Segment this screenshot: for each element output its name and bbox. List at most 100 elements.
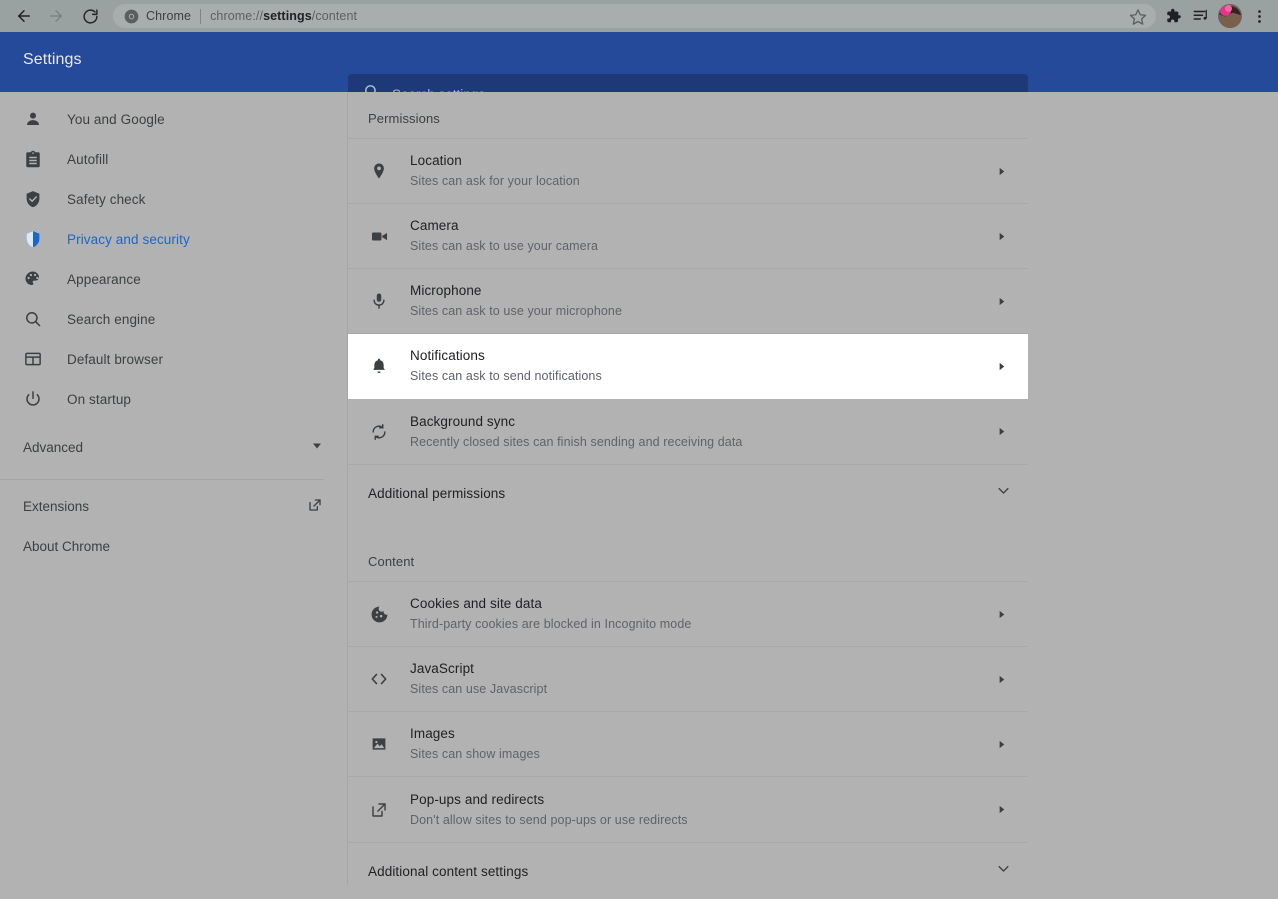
additional-permissions-expander[interactable]: Additional permissions	[348, 465, 1028, 521]
back-button[interactable]	[10, 2, 38, 30]
sidebar-item-search-engine[interactable]: Search engine	[0, 299, 347, 339]
sidebar-item-about-chrome[interactable]: About Chrome	[0, 526, 347, 566]
settings-row-javascript[interactable]: JavaScript Sites can use Javascript	[348, 647, 1028, 712]
additional-content-settings-expander[interactable]: Additional content settings	[348, 843, 1028, 899]
sidebar-footer-label: Extensions	[23, 499, 307, 514]
chrome-logo-icon	[124, 9, 139, 24]
omnibox-chip-label: Chrome	[146, 9, 191, 23]
microphone-icon	[368, 290, 390, 312]
sidebar-advanced-label: Advanced	[23, 440, 311, 455]
sidebar-item-autofill[interactable]: Autofill	[0, 139, 347, 179]
bookmark-star-icon[interactable]	[1129, 8, 1147, 26]
sidebar-item-appearance[interactable]: Appearance	[0, 259, 347, 299]
row-title: Camera	[410, 217, 991, 235]
settings-row-popups-and-redirects[interactable]: Pop-ups and redirects Don't allow sites …	[348, 777, 1028, 842]
open-in-new-icon	[368, 799, 390, 821]
chevron-right-icon	[991, 361, 1011, 372]
sidebar-item-label: Appearance	[67, 272, 141, 287]
settings-row-background-sync[interactable]: Background sync Recently closed sites ca…	[348, 399, 1028, 464]
sync-icon	[368, 421, 390, 443]
chevron-right-icon	[991, 166, 1011, 177]
permissions-card: Location Sites can ask for your location…	[348, 138, 1028, 465]
sidebar-item-on-startup[interactable]: On startup	[0, 379, 347, 419]
sidebar-item-safety-check[interactable]: Safety check	[0, 179, 347, 219]
sidebar-item-label: Default browser	[67, 352, 163, 367]
row-title: Notifications	[410, 347, 991, 365]
row-text: Cookies and site data Third-party cookie…	[410, 595, 991, 633]
shield-check-icon	[23, 189, 43, 209]
browser-window-icon	[23, 349, 43, 369]
row-text: Microphone Sites can ask to use your mic…	[410, 282, 991, 320]
settings-main-column: Permissions Location Sites can ask for y…	[348, 92, 1028, 885]
more-menu-icon[interactable]	[1246, 3, 1272, 29]
page-title: Settings	[23, 51, 82, 69]
row-text: Background sync Recently closed sites ca…	[410, 413, 991, 451]
settings-row-images[interactable]: Images Sites can show images	[348, 712, 1028, 777]
settings-row-cookies-and-site-data[interactable]: Cookies and site data Third-party cookie…	[348, 582, 1028, 647]
settings-body: You and Google Autofill Safety chec	[0, 92, 1278, 885]
address-bar[interactable]: Chrome chrome://settings/content	[113, 4, 1156, 28]
sidebar-item-you-and-google[interactable]: You and Google	[0, 99, 347, 139]
row-title: JavaScript	[410, 660, 991, 678]
omnibox-divider	[200, 9, 201, 24]
row-subtitle: Sites can use Javascript	[410, 680, 991, 698]
sidebar-item-extensions[interactable]: Extensions	[0, 486, 347, 526]
permissions-section-title: Permissions	[348, 92, 1028, 138]
power-icon	[23, 389, 43, 409]
chevron-right-icon	[991, 609, 1011, 620]
chevron-down-icon	[311, 440, 323, 455]
row-subtitle: Sites can ask for your location	[410, 172, 991, 190]
settings-row-camera[interactable]: Camera Sites can ask to use your camera	[348, 204, 1028, 269]
sidebar-item-label: You and Google	[67, 112, 165, 127]
row-text: JavaScript Sites can use Javascript	[410, 660, 991, 698]
settings-row-notifications[interactable]: Notifications Sites can ask to send noti…	[348, 334, 1028, 399]
row-text: Images Sites can show images	[410, 725, 991, 763]
shield-icon	[23, 229, 43, 249]
row-title: Pop-ups and redirects	[410, 791, 991, 809]
row-subtitle: Sites can ask to use your camera	[410, 237, 991, 255]
url-rest: /content	[312, 9, 357, 23]
row-text: Pop-ups and redirects Don't allow sites …	[410, 791, 991, 829]
row-subtitle: Sites can show images	[410, 745, 991, 763]
omnibox-url-text: chrome://settings/content	[210, 9, 357, 23]
sidebar-footer-label: About Chrome	[23, 539, 323, 554]
sidebar-item-default-browser[interactable]: Default browser	[0, 339, 347, 379]
media-control-icon[interactable]	[1188, 3, 1214, 29]
open-in-new-icon	[307, 497, 323, 516]
row-title: Location	[410, 152, 991, 170]
chevron-right-icon	[991, 739, 1011, 750]
arrow-back-icon	[15, 7, 33, 25]
expander-label: Additional content settings	[368, 864, 996, 879]
row-title: Microphone	[410, 282, 991, 300]
row-text: Camera Sites can ask to use your camera	[410, 217, 991, 255]
settings-row-microphone[interactable]: Microphone Sites can ask to use your mic…	[348, 269, 1028, 334]
chevron-down-icon	[996, 483, 1011, 503]
browser-toolbar: Chrome chrome://settings/content	[0, 0, 1278, 32]
forward-button[interactable]	[42, 2, 70, 30]
sidebar-item-label: Autofill	[67, 152, 108, 167]
toolbar-actions	[1160, 0, 1272, 32]
row-title: Background sync	[410, 413, 991, 431]
sidebar-item-label: Search engine	[67, 312, 155, 327]
sidebar-nav-list: You and Google Autofill Safety chec	[0, 92, 347, 419]
extensions-icon[interactable]	[1160, 3, 1186, 29]
content-card: Cookies and site data Third-party cookie…	[348, 581, 1028, 843]
sidebar-item-privacy-and-security[interactable]: Privacy and security	[0, 219, 347, 259]
chevron-right-icon	[991, 296, 1011, 307]
settings-row-location[interactable]: Location Sites can ask for your location	[348, 139, 1028, 204]
avatar[interactable]	[1218, 4, 1242, 28]
bell-icon	[368, 355, 390, 377]
sidebar-item-label: On startup	[67, 392, 131, 407]
row-subtitle: Don't allow sites to send pop-ups or use…	[410, 811, 991, 829]
sidebar-item-advanced[interactable]: Advanced	[0, 427, 347, 467]
row-subtitle: Third-party cookies are blocked in Incog…	[410, 615, 991, 633]
reload-button[interactable]	[76, 2, 104, 30]
cookie-icon	[368, 603, 390, 625]
sidebar-item-label: Safety check	[67, 192, 146, 207]
chevron-right-icon	[991, 231, 1011, 242]
expander-label: Additional permissions	[368, 486, 996, 501]
avatar-flower-inner	[1225, 5, 1232, 12]
row-subtitle: Recently closed sites can finish sending…	[410, 433, 991, 451]
chevron-right-icon	[991, 804, 1011, 815]
chevron-down-icon	[996, 861, 1011, 881]
